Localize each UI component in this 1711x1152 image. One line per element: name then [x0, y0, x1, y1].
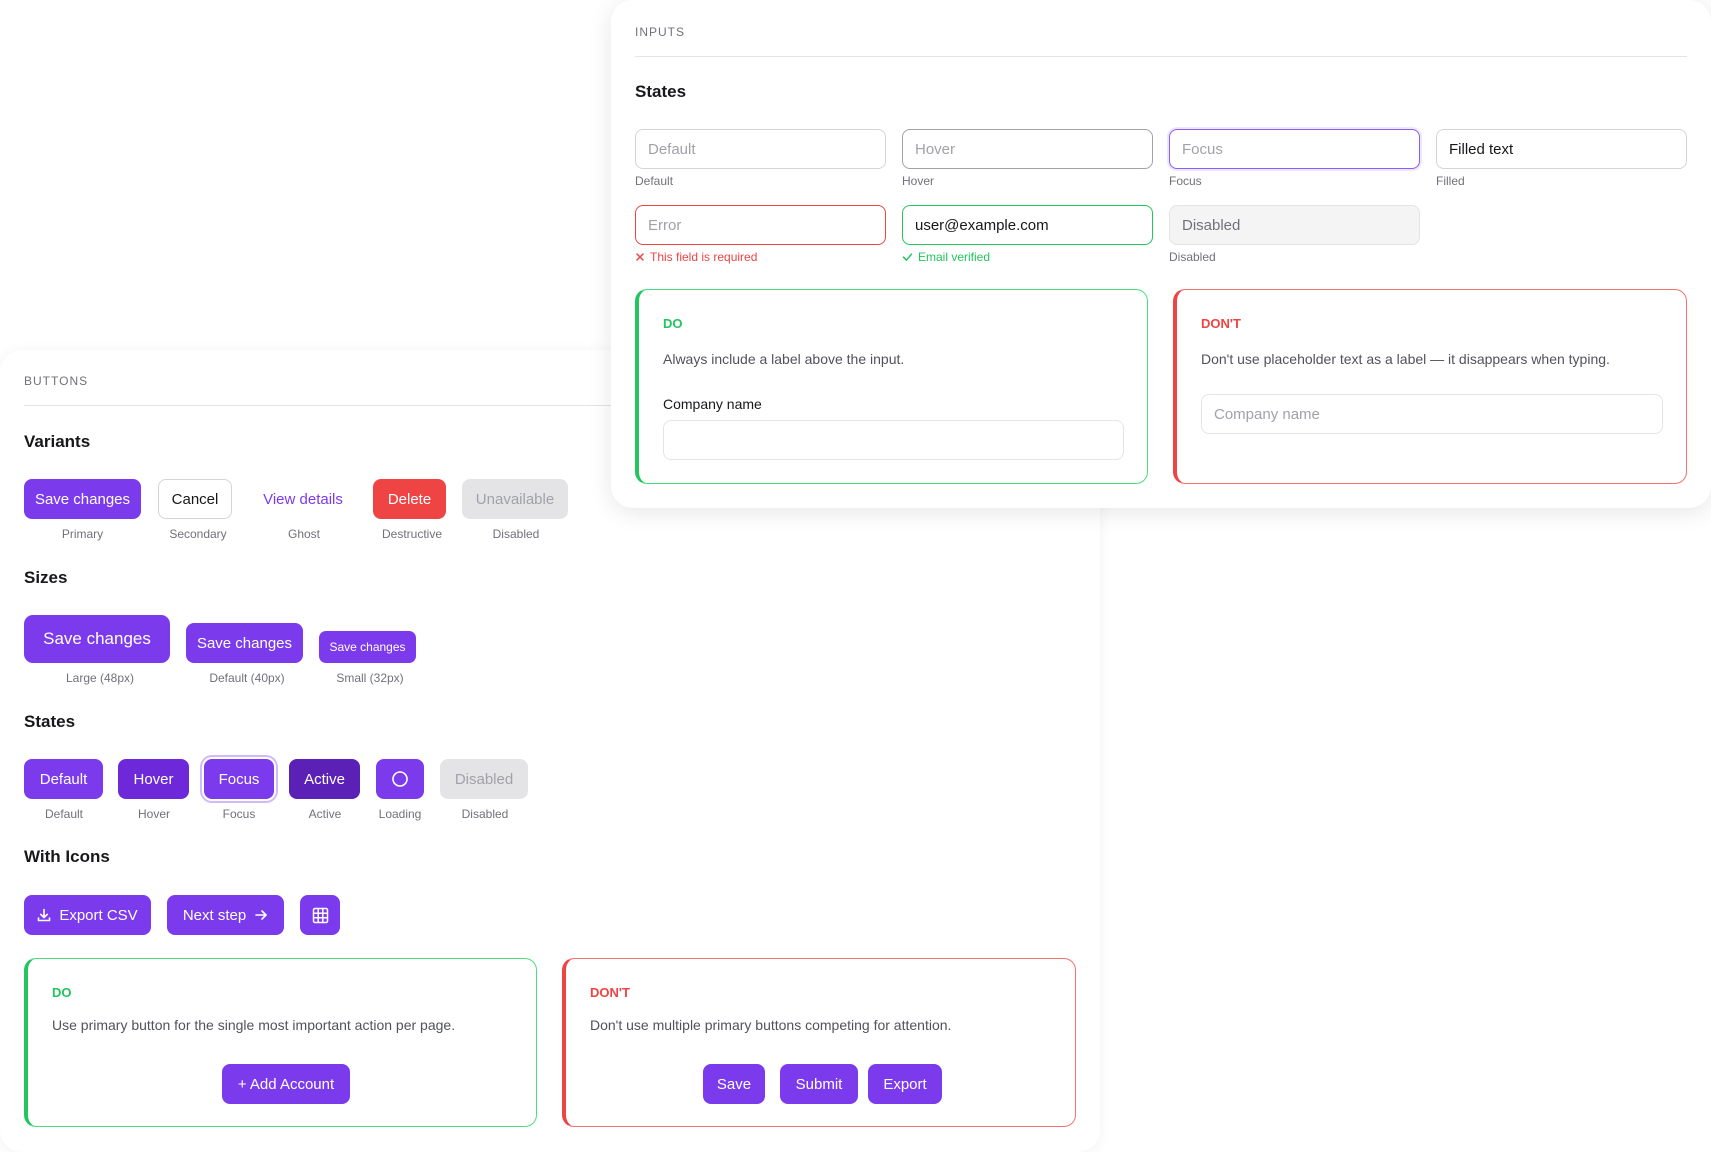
- next-step-button[interactable]: Next step: [167, 895, 284, 935]
- button-caption: Default (40px): [209, 671, 285, 685]
- loading-state-button[interactable]: [376, 759, 424, 799]
- arrow-right-icon: [254, 908, 268, 922]
- input-do-guideline-card: DO Always include a label above the inpu…: [635, 289, 1148, 484]
- button-caption: Small (32px): [336, 671, 404, 685]
- export-csv-label: Export CSV: [59, 906, 138, 924]
- success-helper: Email verified: [902, 250, 990, 264]
- focus-state-button[interactable]: Focus: [204, 759, 274, 799]
- error-helper: This field is required: [635, 250, 757, 264]
- section-label: INPUTS: [635, 25, 686, 39]
- button-caption: Hover: [137, 807, 170, 821]
- next-step-label: Next step: [182, 906, 247, 924]
- button-caption: Secondary: [169, 527, 227, 541]
- input-caption: Filled: [1436, 174, 1465, 188]
- disabled-state-button[interactable]: Disabled: [440, 759, 528, 799]
- button-caption: Destructive: [381, 527, 443, 541]
- button-caption: Default: [44, 807, 84, 821]
- grid-icon: [312, 907, 329, 924]
- sizes-heading: Sizes: [24, 568, 68, 587]
- unavailable-button[interactable]: Unavailable: [462, 479, 568, 519]
- hover-state-button[interactable]: Hover: [118, 759, 189, 799]
- hover-input[interactable]: Hover: [902, 129, 1153, 169]
- disabled-input[interactable]: Disabled: [1169, 205, 1420, 245]
- delete-button[interactable]: Delete: [373, 479, 446, 519]
- do-guideline-card: DO Use primary button for the single mos…: [24, 958, 537, 1127]
- button-caption: Primary: [61, 527, 104, 541]
- dont-guideline-card: DON'T Don't use multiple primary buttons…: [562, 958, 1076, 1127]
- save-button-default[interactable]: Save changes: [186, 623, 303, 663]
- error-input[interactable]: Error: [635, 205, 886, 245]
- states-heading: States: [24, 712, 76, 731]
- default-state-button[interactable]: Default: [24, 759, 103, 799]
- spinner-icon: [391, 770, 409, 788]
- input-caption: Focus: [1169, 174, 1202, 188]
- filled-input[interactable]: Filled text: [1436, 129, 1687, 169]
- active-state-button[interactable]: Active: [289, 759, 360, 799]
- error-helper-text: This field is required: [650, 250, 758, 264]
- button-caption: Disabled: [492, 527, 540, 541]
- button-caption: Active: [308, 807, 342, 821]
- input-dont-guideline-card: DON'T Don't use placeholder text as a la…: [1173, 289, 1687, 484]
- divider: [635, 56, 1687, 57]
- grid-icon-button[interactable]: [300, 895, 340, 935]
- inputs-card: INPUTS States Default Default Hover Hove…: [611, 0, 1711, 508]
- primary-button[interactable]: Save changes: [24, 479, 141, 519]
- email-input[interactable]: user@example.com: [902, 205, 1153, 245]
- focus-input[interactable]: Focus: [1169, 129, 1420, 169]
- input-states-heading: States: [635, 82, 687, 101]
- input-caption: Default: [635, 174, 674, 188]
- download-icon: [37, 908, 51, 922]
- x-icon: [635, 252, 645, 262]
- section-label: BUTTONS: [24, 374, 89, 388]
- do-description: Use primary button for the single most i…: [52, 1017, 456, 1033]
- with-icons-heading: With Icons: [24, 847, 110, 866]
- dont-title: DON'T: [590, 985, 630, 1000]
- input-caption: Hover: [902, 174, 935, 188]
- company-name-input[interactable]: [663, 420, 1124, 460]
- save-button-large[interactable]: Save changes: [24, 615, 170, 663]
- default-input[interactable]: Default: [635, 129, 886, 169]
- company-name-placeholder-input[interactable]: Company name: [1201, 394, 1663, 434]
- add-account-button[interactable]: + Add Account: [222, 1064, 350, 1104]
- save-button-small[interactable]: Save changes: [319, 631, 416, 663]
- dont-description: Don't use multiple primary buttons compe…: [590, 1017, 952, 1033]
- view-details-button[interactable]: View details: [251, 479, 355, 519]
- do-description: Always include a label above the input.: [663, 351, 905, 367]
- company-name-label: Company name: [663, 396, 762, 412]
- do-title: DO: [52, 985, 72, 1000]
- do-title: DO: [663, 316, 683, 331]
- button-caption: Loading: [378, 807, 422, 821]
- dont-description: Don't use placeholder text as a label — …: [1201, 351, 1610, 367]
- save-button[interactable]: Save: [703, 1064, 765, 1104]
- export-csv-button[interactable]: Export CSV: [24, 895, 151, 935]
- dont-title: DON'T: [1201, 316, 1241, 331]
- button-caption: Focus: [222, 807, 256, 821]
- button-caption: Large (48px): [65, 671, 135, 685]
- input-caption: Disabled: [1169, 250, 1216, 264]
- cancel-button[interactable]: Cancel: [158, 479, 232, 519]
- submit-button[interactable]: Submit: [780, 1064, 858, 1104]
- check-icon: [902, 252, 913, 262]
- variants-heading: Variants: [24, 432, 91, 451]
- button-caption: Disabled: [461, 807, 509, 821]
- success-helper-text: Email verified: [918, 250, 991, 264]
- button-caption: Ghost: [287, 527, 320, 541]
- export-button[interactable]: Export: [868, 1064, 942, 1104]
